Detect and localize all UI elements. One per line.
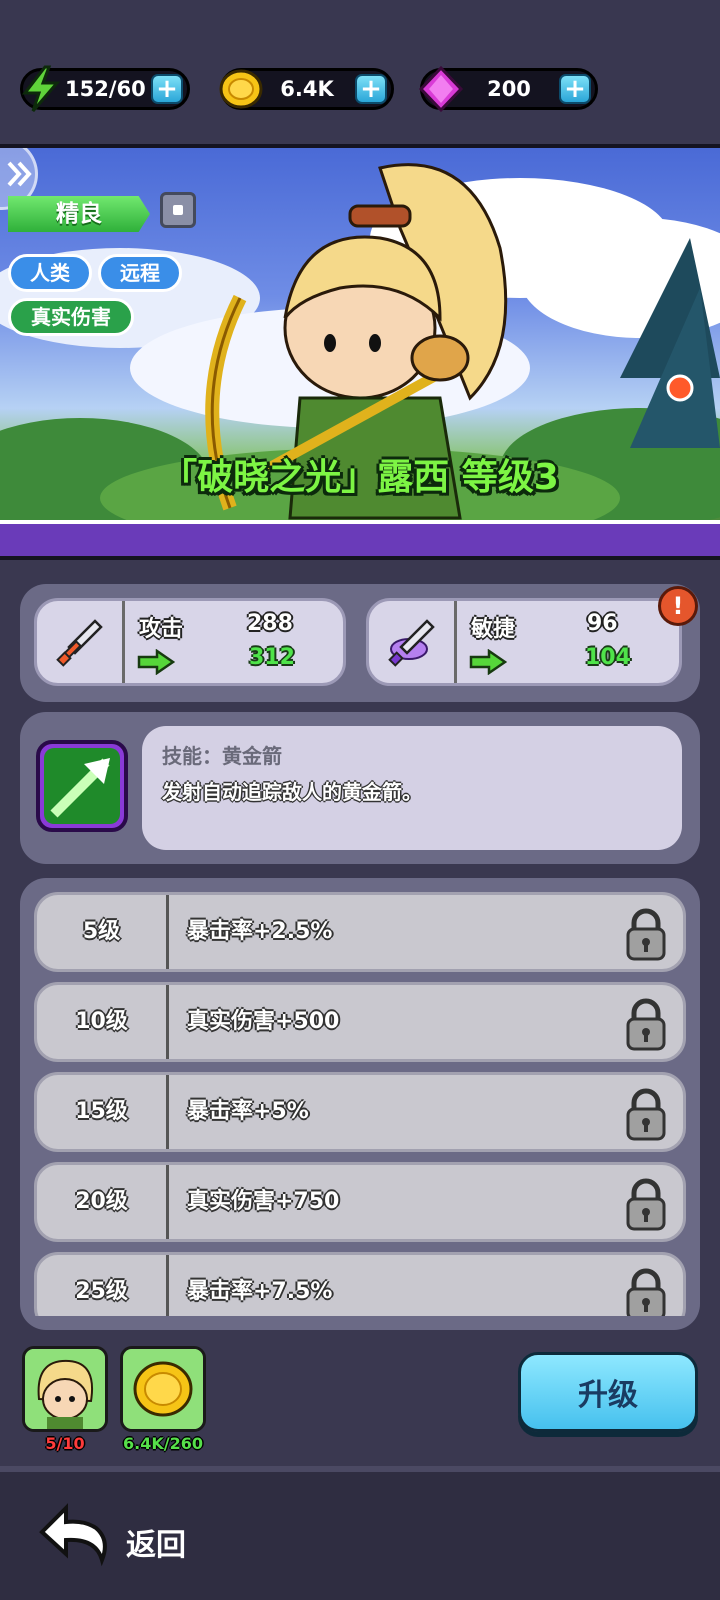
skill-title: 技能：黄金箭 [162,744,282,768]
lock-icon [626,1178,666,1231]
gem-pill: 200 + [418,65,598,113]
agility-label: 敏捷 [471,617,516,642]
gem-icon [418,65,464,113]
level-label: 10级 [37,985,169,1059]
double-chevron-right-icon [7,161,32,187]
gem-value: 200 [487,77,531,101]
banner-divider [0,520,720,560]
gold-cost: 6.4K/260 [123,1434,203,1453]
add-gems-button[interactable]: + [559,74,591,104]
tag-true-damage: 真实伤害 [8,298,134,336]
lock-icon [626,1088,666,1141]
stats-panel: 攻击 288 312 敏捷 96 104 ! [20,584,700,702]
level-bonus-row: 20级 真实伤害+750 [34,1162,686,1242]
hero-banner: 精良 人类 远程 真实伤害 「破晓之光」露西 等级3 [0,144,720,520]
alert-icon[interactable]: ! [658,586,698,626]
agility-next: 104 [585,645,631,670]
attack-stat-card: 攻击 288 312 [34,598,346,686]
skill-panel: 技能：黄金箭 发射自动追踪敌人的黄金箭。 [20,712,700,864]
level-bonus-row: 10级 真实伤害+500 [34,982,686,1062]
back-button[interactable]: 返回 [30,1500,290,1580]
shard-count: 5/10 [45,1434,85,1453]
golden-arrow-skill-icon[interactable] [36,740,128,832]
attack-label: 攻击 [139,617,184,642]
arrow-right-icon [469,649,507,675]
lock-icon [626,998,666,1051]
back-label: 返回 [126,1528,186,1563]
coin-value: 6.4K [280,77,334,101]
coin-pill: 6.4K + [219,68,394,110]
agile-sword-icon [369,601,457,683]
level-label: 15级 [37,1075,169,1149]
agility-stat-card: 敏捷 96 104 [366,598,682,686]
coin-icon [219,69,263,109]
tag-ranged: 远程 [98,254,182,292]
info-toggle-button[interactable] [160,192,196,228]
currency-bar: 152/60 + 6.4K + 200 + [0,0,720,140]
level-label: 25级 [37,1255,169,1316]
arrow-right-icon [137,649,175,675]
upgrade-button[interactable]: 升级 [518,1352,698,1432]
add-coins-button[interactable]: + [355,74,387,104]
rarity-badge: 精良 [8,196,150,232]
footer-bar: 返回 [0,1466,720,1600]
attack-current: 288 [247,611,293,636]
energy-value: 152/60 [65,77,146,101]
bonus-text: 真实伤害+750 [187,1189,340,1214]
lock-icon [626,908,666,961]
add-energy-button[interactable]: + [151,74,183,104]
bonus-text: 暴击率+2.5% [187,919,333,944]
level-label: 5级 [37,895,169,969]
energy-pill: 152/60 + [20,65,190,112]
level-bonus-row: 15级 暴击率+5% [34,1072,686,1152]
gold-cost-icon [120,1346,206,1432]
agility-current: 96 [587,611,618,636]
lightning-icon [21,65,61,112]
level-bonus-list[interactable]: 5级 暴击率+2.5% 10级 真实伤害+500 15级 暴击率+5% 20级 … [20,878,700,1330]
level-bonus-row: 5级 暴击率+2.5% [34,892,686,972]
lock-icon [626,1268,666,1316]
level-bonus-row: 25级 暴击率+7.5% [34,1252,686,1316]
hero-shard-icon [22,1346,108,1432]
back-arrow-icon [39,1503,107,1567]
hero-title: 「破晓之光」露西 等级3 [161,457,559,498]
bonus-text: 暴击率+7.5% [187,1279,333,1304]
level-label: 20级 [37,1165,169,1239]
level-bonus-scroll[interactable]: 5级 暴击率+2.5% 10级 真实伤害+500 15级 暴击率+5% 20级 … [20,878,700,1316]
skill-description-box: 技能：黄金箭 发射自动追踪敌人的黄金箭。 [142,726,682,850]
skill-description: 发射自动追踪敌人的黄金箭。 [162,780,422,804]
bonus-text: 暴击率+5% [187,1099,309,1124]
tag-human: 人类 [8,254,92,292]
sword-icon [37,601,125,683]
bonus-text: 真实伤害+500 [187,1009,340,1034]
attack-next: 312 [249,645,295,670]
